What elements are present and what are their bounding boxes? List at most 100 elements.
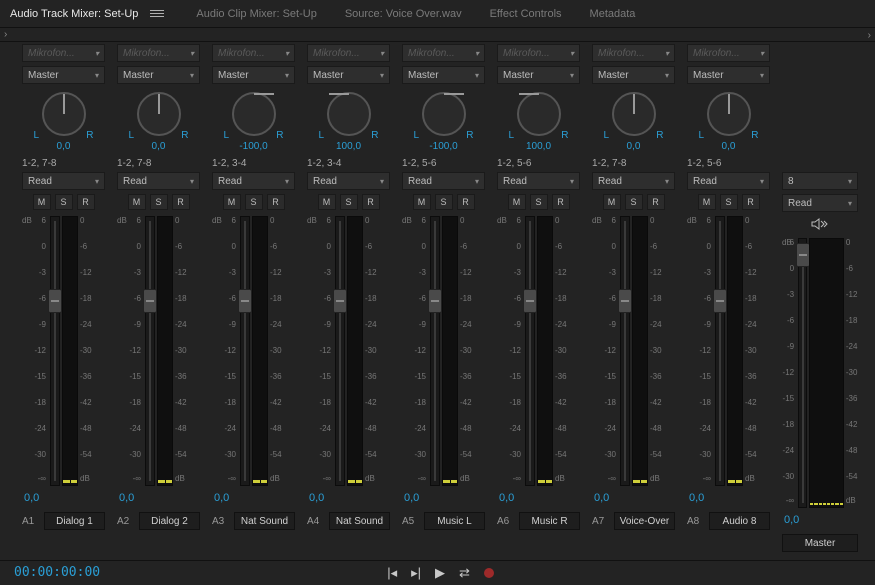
pan-knob[interactable] (707, 92, 751, 136)
solo-button[interactable]: S (150, 194, 168, 210)
track-name-field[interactable]: Nat Sound (234, 512, 295, 530)
automation-mode-select[interactable]: Read ▾ (212, 172, 295, 190)
record-arm-button[interactable]: R (362, 194, 380, 210)
pan-knob[interactable] (422, 92, 466, 136)
volume-value[interactable]: 0,0 (499, 492, 580, 504)
tab-metadata[interactable]: Metadata (590, 8, 636, 20)
volume-value[interactable]: 0,0 (119, 492, 200, 504)
fader-handle[interactable] (238, 289, 252, 313)
volume-value[interactable]: 0,0 (24, 492, 105, 504)
pan-value[interactable]: 100,0 (336, 141, 361, 152)
timecode[interactable]: 00:00:00:00 (14, 565, 100, 580)
pan-value[interactable]: 0,0 (57, 141, 71, 152)
volume-fader[interactable] (525, 216, 535, 486)
track-name-field[interactable]: Audio 8 (709, 512, 770, 530)
automation-mode-select[interactable]: Read ▾ (117, 172, 200, 190)
volume-value[interactable]: 0,0 (594, 492, 675, 504)
input-select[interactable]: Mikrofon... ▾ (497, 44, 580, 62)
solo-button[interactable]: S (55, 194, 73, 210)
pan-value[interactable]: -100,0 (429, 141, 457, 152)
track-name-field[interactable]: Nat Sound (329, 512, 390, 530)
volume-fader[interactable] (145, 216, 155, 486)
fader-handle[interactable] (143, 289, 157, 313)
record-arm-button[interactable]: R (742, 194, 760, 210)
record-arm-button[interactable]: R (172, 194, 190, 210)
pan-value[interactable]: 0,0 (152, 141, 166, 152)
chevron-right-icon[interactable]: › (4, 29, 7, 40)
record-button[interactable] (484, 568, 494, 578)
output-select[interactable]: Master ▾ (22, 66, 105, 84)
mute-button[interactable]: M (223, 194, 241, 210)
volume-value[interactable]: 0,0 (784, 514, 858, 526)
chevron-right-icon[interactable]: › (868, 30, 871, 41)
mute-button[interactable]: M (318, 194, 336, 210)
volume-fader[interactable] (335, 216, 345, 486)
automation-mode-select[interactable]: Read ▾ (782, 194, 858, 212)
output-select[interactable]: Master ▾ (497, 66, 580, 84)
automation-mode-select[interactable]: Read ▾ (687, 172, 770, 190)
pan-knob[interactable] (517, 92, 561, 136)
mute-button[interactable]: M (413, 194, 431, 210)
fader-handle[interactable] (48, 289, 62, 313)
solo-button[interactable]: S (245, 194, 263, 210)
input-select[interactable]: Mikrofon... ▾ (307, 44, 390, 62)
output-select[interactable]: Master ▾ (402, 66, 485, 84)
fader-handle[interactable] (713, 289, 727, 313)
track-name-field[interactable]: Voice-Over (614, 512, 675, 530)
pan-value[interactable]: -100,0 (239, 141, 267, 152)
automation-mode-select[interactable]: Read ▾ (592, 172, 675, 190)
record-arm-button[interactable]: R (647, 194, 665, 210)
record-arm-button[interactable]: R (552, 194, 570, 210)
loop-button[interactable]: ⇄ (459, 565, 470, 581)
volume-fader[interactable] (715, 216, 725, 486)
track-name-field[interactable]: Music L (424, 512, 485, 530)
solo-button[interactable]: S (720, 194, 738, 210)
mute-button[interactable]: M (603, 194, 621, 210)
pan-knob[interactable] (42, 92, 86, 136)
solo-button[interactable]: S (625, 194, 643, 210)
volume-fader[interactable] (50, 216, 60, 486)
track-name-field[interactable]: Dialog 2 (139, 512, 200, 530)
volume-fader[interactable] (240, 216, 250, 486)
pan-knob[interactable] (327, 92, 371, 136)
mute-button[interactable]: M (698, 194, 716, 210)
automation-mode-select[interactable]: Read ▾ (22, 172, 105, 190)
master-name-field[interactable]: Master (782, 534, 858, 552)
automation-mode-select[interactable]: Read ▾ (497, 172, 580, 190)
play-button[interactable]: ▶ (435, 565, 445, 581)
pan-value[interactable]: 0,0 (627, 141, 641, 152)
tab-source[interactable]: Source: Voice Over.wav (345, 8, 462, 20)
volume-fader[interactable] (430, 216, 440, 486)
automation-mode-select[interactable]: Read ▾ (307, 172, 390, 190)
record-arm-button[interactable]: R (267, 194, 285, 210)
pan-knob[interactable] (612, 92, 656, 136)
pan-knob[interactable] (232, 92, 276, 136)
volume-value[interactable]: 0,0 (214, 492, 295, 504)
mute-button[interactable]: M (508, 194, 526, 210)
volume-value[interactable]: 0,0 (404, 492, 485, 504)
input-select[interactable]: Mikrofon... ▾ (212, 44, 295, 62)
go-to-in-button[interactable]: |◂ (387, 565, 397, 581)
automation-mode-select[interactable]: Read ▾ (402, 172, 485, 190)
output-select[interactable]: Master ▾ (212, 66, 295, 84)
volume-fader[interactable] (620, 216, 630, 486)
mute-button[interactable]: M (128, 194, 146, 210)
input-select[interactable]: Mikrofon... ▾ (592, 44, 675, 62)
solo-button[interactable]: S (340, 194, 358, 210)
tab-audio-track-mixer[interactable]: Audio Track Mixer: Set-Up (10, 8, 138, 20)
fader-handle[interactable] (618, 289, 632, 313)
solo-button[interactable]: S (530, 194, 548, 210)
pan-knob[interactable] (137, 92, 181, 136)
output-select[interactable]: Master ▾ (592, 66, 675, 84)
fader-handle[interactable] (333, 289, 347, 313)
track-name-field[interactable]: Dialog 1 (44, 512, 105, 530)
volume-fader[interactable] (798, 238, 807, 508)
output-select[interactable]: Master ▾ (687, 66, 770, 84)
input-select[interactable]: Mikrofon... ▾ (687, 44, 770, 62)
fader-handle[interactable] (428, 289, 442, 313)
solo-button[interactable]: S (435, 194, 453, 210)
output-select[interactable]: Master ▾ (117, 66, 200, 84)
volume-value[interactable]: 0,0 (689, 492, 770, 504)
tab-audio-clip-mixer[interactable]: Audio Clip Mixer: Set-Up (196, 8, 316, 20)
input-select[interactable]: Mikrofon... ▾ (402, 44, 485, 62)
